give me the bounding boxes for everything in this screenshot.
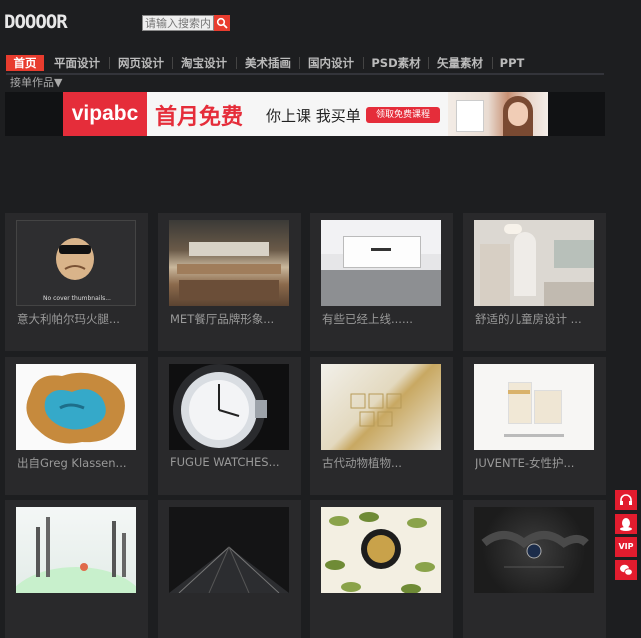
headset-icon (620, 494, 632, 505)
site-logo[interactable]: DOOOOR (4, 11, 68, 33)
main-nav: 首页 平面设计 网页设计 淘宝设计 美术插画 国内设计 PSD素材 矢量素材 P… (6, 55, 604, 75)
card-title[interactable]: 有些已经上线...... (322, 311, 440, 327)
gallery-card[interactable] (158, 500, 301, 638)
nav-separator (428, 57, 429, 69)
nav-item-taobao-design[interactable]: 淘宝设计 (176, 55, 232, 71)
gallery-card[interactable]: MET餐厅品牌形象... (158, 213, 301, 351)
gallery-card[interactable]: 有些已经上线...... (310, 213, 453, 351)
card-thumbnail[interactable] (474, 220, 594, 306)
gallery-card[interactable] (5, 500, 148, 638)
search-input[interactable] (142, 15, 214, 31)
nav-item-domestic-design[interactable]: 国内设计 (303, 55, 359, 71)
card-thumbnail[interactable]: No cover thumbnails... (16, 220, 136, 306)
top-bar: DOOOOR (0, 0, 641, 48)
nav-item-vector[interactable]: 矢量素材 (431, 55, 489, 71)
ad-banner[interactable]: vipabc 首月免费 你上课 我买单 领取免费课程 (63, 92, 548, 136)
card-thumbnail[interactable] (321, 364, 441, 450)
no-cover-icon: No cover thumbnails... (43, 238, 111, 302)
card-title[interactable]: JUVENTE-女性护... (475, 455, 593, 471)
card-thumbnail[interactable] (169, 220, 289, 306)
nav-item-web-design[interactable]: 网页设计 (113, 55, 169, 71)
thumbnail-art (16, 517, 136, 593)
gallery-card[interactable]: 舒适的儿童房设计 ... (463, 213, 606, 351)
gallery-card[interactable]: No cover thumbnails... 意大利帕尔玛火腿... (5, 213, 148, 351)
nav-item-home[interactable]: 首页 (6, 55, 44, 71)
banner-headline: 首月免费 (155, 105, 244, 130)
thumbnail-art (350, 393, 402, 427)
search-icon (216, 17, 228, 29)
card-thumbnail[interactable] (321, 507, 441, 593)
card-thumbnail[interactable] (474, 507, 594, 593)
gallery-card[interactable]: JUVENTE-女性护... (463, 357, 606, 495)
gallery-card[interactable]: 古代动物植物... (310, 357, 453, 495)
nav-separator (363, 57, 364, 69)
wechat-icon (620, 564, 633, 576)
card-title[interactable]: 意大利帕尔玛火腿... (17, 311, 135, 327)
card-thumbnail[interactable] (16, 507, 136, 593)
side-support-button[interactable] (615, 490, 637, 510)
gallery-card[interactable] (463, 500, 606, 638)
side-vip-button[interactable]: VIP (615, 537, 637, 557)
card-title[interactable]: 出自Greg Klassen... (17, 455, 135, 471)
card-thumbnail[interactable] (16, 364, 136, 450)
nav-separator (236, 57, 237, 69)
card-title[interactable]: 古代动物植物... (322, 455, 440, 471)
nav-separator (172, 57, 173, 69)
vip-icon: VIP (618, 542, 634, 551)
banner-subline: 你上课 我买单 (266, 107, 361, 125)
thumbnail-art (325, 512, 435, 593)
banner-photo (448, 92, 548, 136)
thumbnail-art (173, 364, 267, 450)
nav-separator (299, 57, 300, 69)
search-box (142, 15, 230, 31)
banner-logo: vipabc (63, 92, 147, 136)
search-button[interactable] (214, 15, 230, 31)
nav-item-psd[interactable]: PSD素材 (367, 55, 425, 71)
card-title[interactable]: FUGUE WATCHES... (170, 455, 288, 469)
side-wechat-button[interactable] (615, 560, 637, 580)
card-thumbnail[interactable] (321, 220, 441, 306)
nav-item-ppt[interactable]: PPT (495, 55, 529, 71)
qq-icon (620, 518, 632, 531)
thumbnail-art (481, 531, 589, 568)
card-thumbnail[interactable] (474, 364, 594, 450)
gallery-card[interactable]: 出自Greg Klassen... (5, 357, 148, 495)
side-qq-button[interactable] (615, 514, 637, 534)
thumbnail-art (26, 372, 125, 444)
card-thumbnail[interactable] (169, 364, 289, 450)
banner-cta-button[interactable]: 领取免费课程 (366, 107, 440, 123)
nav-item-graphic-design[interactable]: 平面设计 (49, 55, 105, 71)
nav-separator (109, 57, 110, 69)
card-thumbnail[interactable] (169, 507, 289, 593)
nav-item-illustration[interactable]: 美术插画 (240, 55, 296, 71)
gallery-card[interactable] (310, 500, 453, 638)
gallery-card[interactable]: FUGUE WATCHES... (158, 357, 301, 495)
sub-nav-dropdown[interactable]: 接单作品▼ (10, 74, 62, 90)
thumbnail-art (169, 546, 289, 593)
nav-separator (492, 57, 493, 69)
no-cover-caption: No cover thumbnails... (43, 295, 111, 302)
card-title[interactable]: 舒适的儿童房设计 ... (475, 311, 593, 327)
card-title[interactable]: MET餐厅品牌形象... (170, 311, 288, 327)
